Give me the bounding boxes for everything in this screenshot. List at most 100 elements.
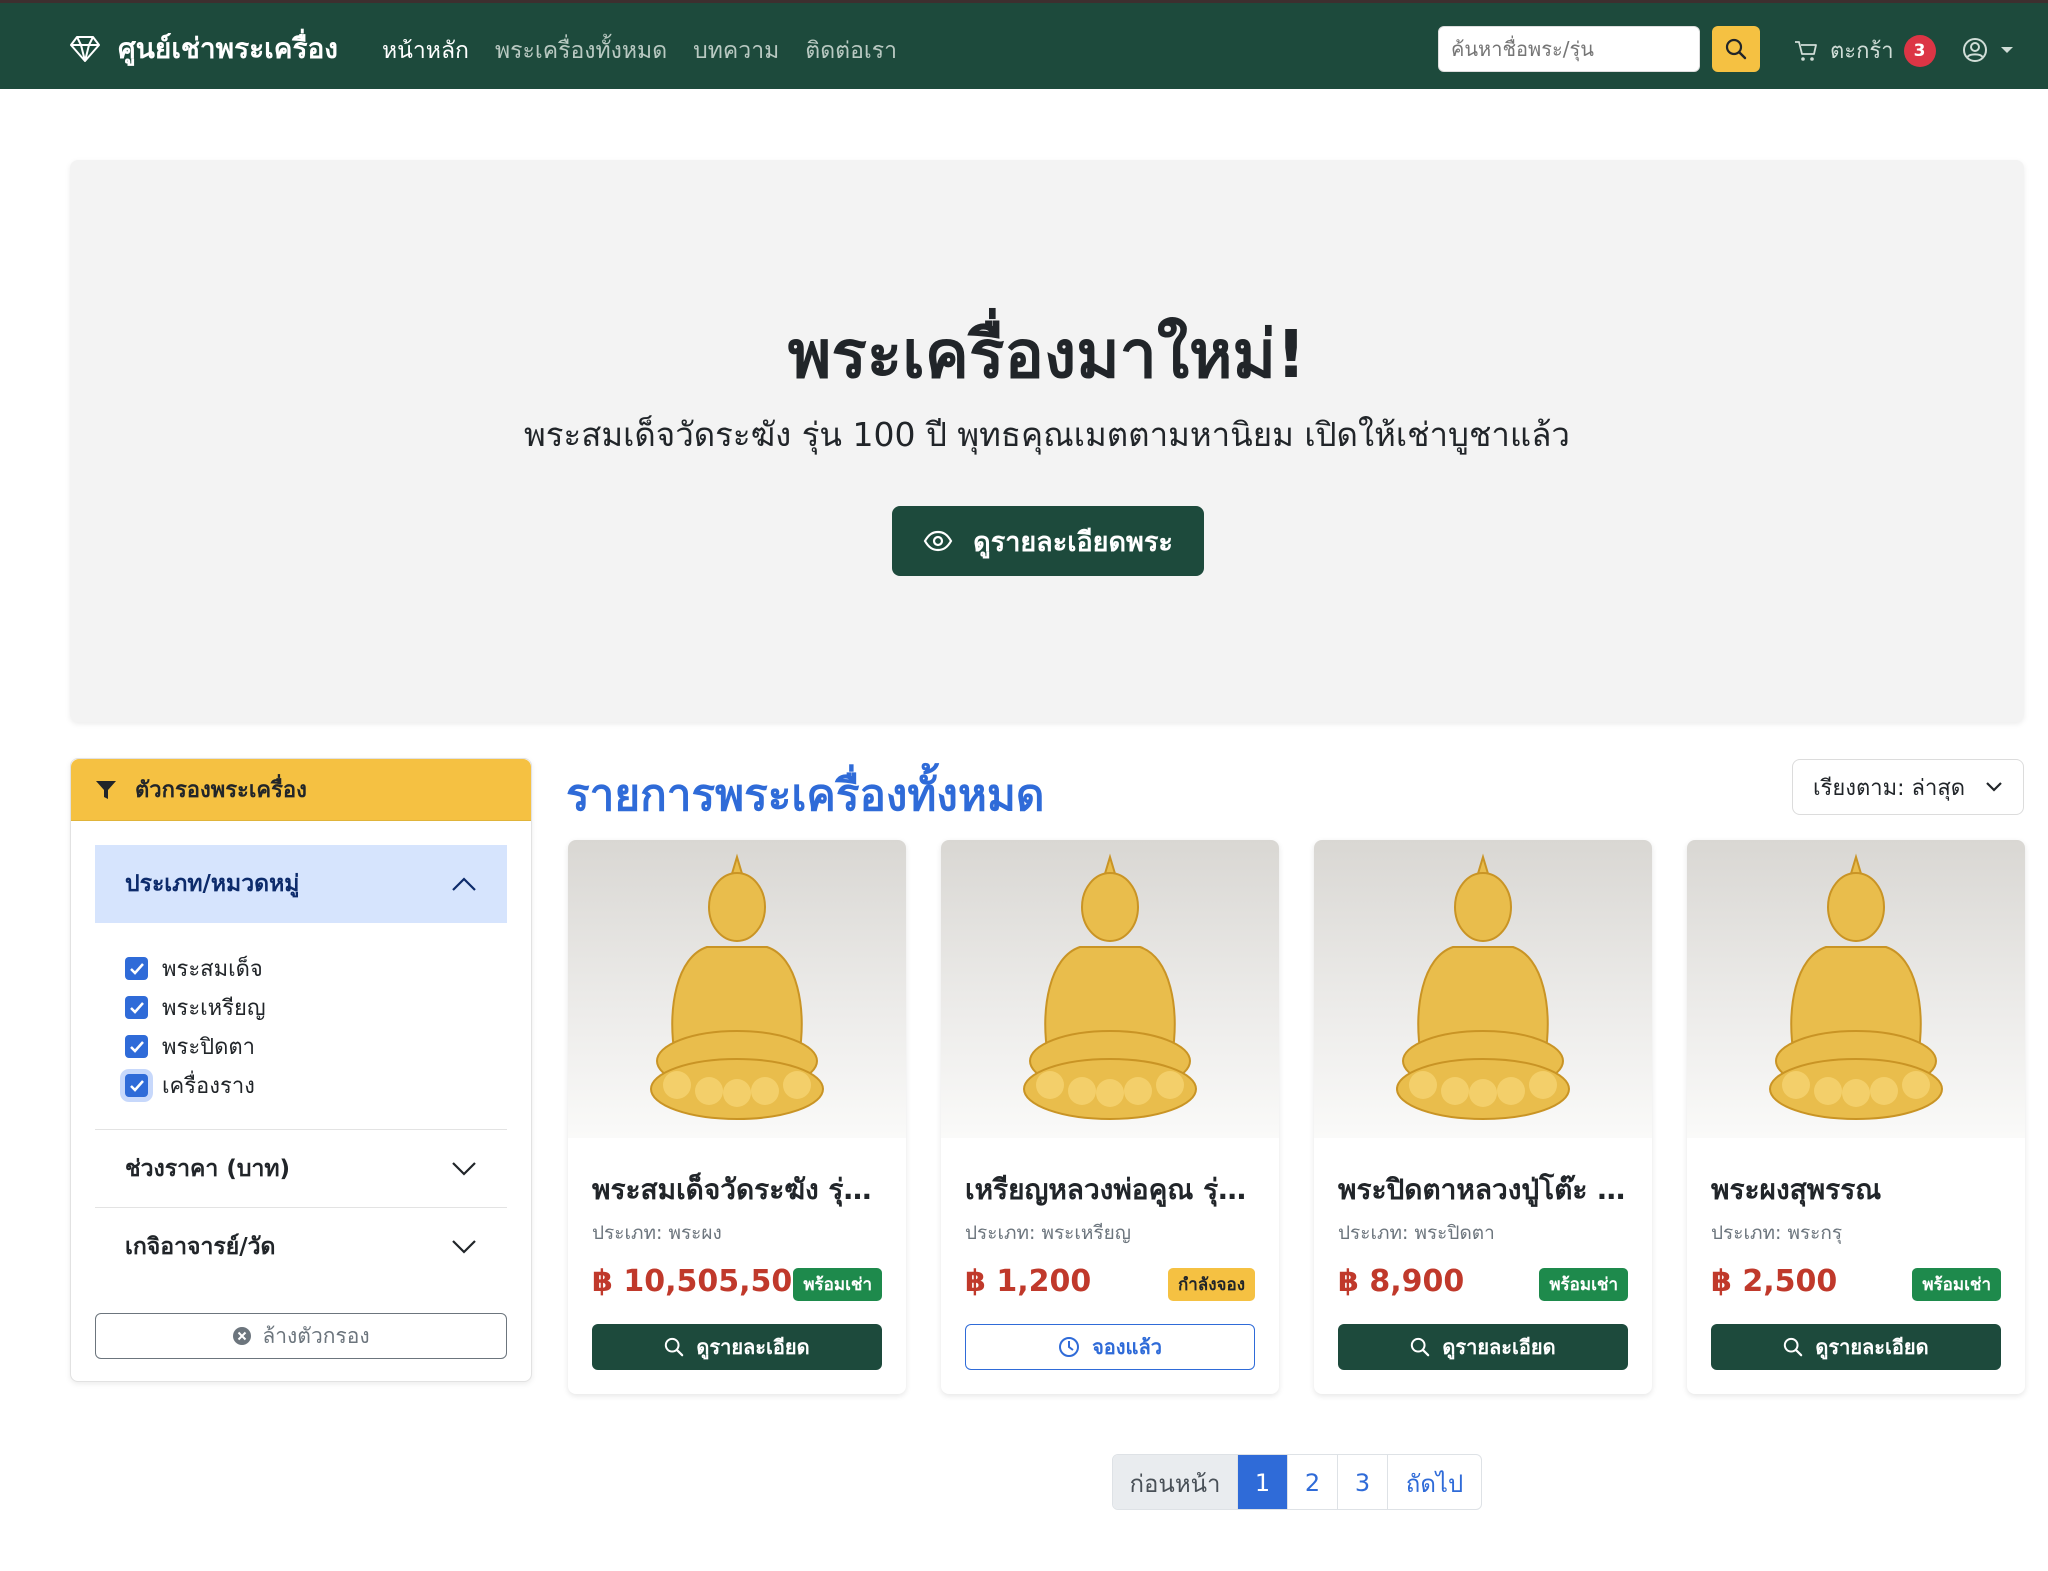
- chevron-down-icon: [452, 1161, 476, 1176]
- accordion-category[interactable]: ประเภท/หมวดหมู่: [95, 845, 507, 923]
- filter-header-label: ตัวกรองพระเครื่อง: [135, 778, 307, 803]
- eye-icon: [923, 530, 953, 552]
- caret-down-icon: [2001, 47, 2013, 53]
- buddha-statue-image: [1023, 853, 1197, 1120]
- pagination-page-1[interactable]: 1: [1237, 1455, 1287, 1509]
- product-image[interactable]: [568, 840, 906, 1138]
- category-option[interactable]: พระปิดตา: [125, 1027, 266, 1066]
- clear-filter-button[interactable]: ล้างตัวกรอง: [95, 1313, 507, 1359]
- category-option[interactable]: พระเหรียญ: [125, 988, 266, 1027]
- search-icon: [1411, 1337, 1430, 1357]
- cart-link[interactable]: ตะกร้า 3: [1794, 33, 1936, 68]
- check-icon: [129, 1040, 144, 1053]
- category-label: พระเหรียญ: [162, 996, 266, 1021]
- menu-all-amulets[interactable]: พระเครื่องทั้งหมด: [495, 33, 667, 69]
- product-image[interactable]: [1314, 840, 1652, 1138]
- search-icon: [1784, 1337, 1803, 1357]
- search-icon: [665, 1337, 684, 1357]
- product-name: พระสมเด็จวัดระฆัง รุ่น 100 ปี: [592, 1173, 888, 1206]
- view-details-label: ดูรายละเอียด: [1442, 1335, 1556, 1359]
- search-button[interactable]: [1712, 26, 1760, 72]
- hero-banner: พระเครื่องมาใหม่! พระสมเด็จวัดระฆัง รุ่น…: [70, 160, 2024, 722]
- category-option[interactable]: พระสมเด็จ: [125, 949, 266, 988]
- category-checklist: พระสมเด็จ พระเหรียญ พระปิดตา เครื่องราง: [125, 949, 266, 1105]
- hero-button-label: ดูรายละเอียดพระ: [973, 526, 1173, 558]
- checkbox-checked[interactable]: [125, 996, 148, 1019]
- sort-select[interactable]: เรียงตาม: ล่าสุด: [1792, 759, 2024, 815]
- reserved-button[interactable]: จองแล้ว: [965, 1324, 1255, 1370]
- accordion-master[interactable]: เกจิอาจารย์/วัด: [95, 1207, 507, 1285]
- checkbox-checked[interactable]: [125, 1035, 148, 1058]
- pagination-page-3[interactable]: 3: [1337, 1455, 1387, 1509]
- navbar: ศูนย์เช่าพระเครื่อง หน้าหลัก พระเครื่องท…: [0, 0, 2048, 89]
- product-type: ประเภท: พระเหรียญ: [965, 1222, 1131, 1244]
- product-card[interactable]: พระสมเด็จวัดระฆัง รุ่น 100 ปี ประเภท: พร…: [568, 840, 906, 1394]
- checkbox-checked[interactable]: [125, 1074, 148, 1097]
- hero-subtitle: พระสมเด็จวัดระฆัง รุ่น 100 ปี พุทธคุณเมต…: [524, 415, 1570, 454]
- main-menu: หน้าหลัก พระเครื่องทั้งหมด บทความ ติดต่อ…: [382, 33, 897, 69]
- buddha-statue-image: [1769, 853, 1943, 1120]
- funnel-icon: [96, 780, 116, 799]
- check-icon: [129, 1001, 144, 1014]
- category-option[interactable]: เครื่องราง: [125, 1066, 266, 1105]
- clock-icon: [1059, 1337, 1080, 1357]
- chevron-up-icon: [452, 877, 476, 891]
- gem-icon: [70, 36, 100, 62]
- menu-home[interactable]: หน้าหลัก: [382, 33, 469, 69]
- search-input[interactable]: [1438, 26, 1700, 72]
- menu-contact[interactable]: ติดต่อเรา: [805, 33, 897, 69]
- product-type: ประเภท: พระผง: [592, 1222, 722, 1244]
- view-details-label: ดูรายละเอียด: [696, 1335, 810, 1359]
- product-type: ประเภท: พระกรุ: [1711, 1222, 1843, 1244]
- pagination-prev[interactable]: ก่อนหน้า: [1113, 1455, 1237, 1509]
- cart-icon: [1795, 40, 1817, 61]
- menu-articles[interactable]: บทความ: [693, 33, 779, 69]
- buddha-statue-image: [650, 853, 824, 1120]
- x-circle-icon: [233, 1327, 252, 1345]
- product-price: ฿ 10,505,500: [592, 1264, 814, 1299]
- brand-name: ศูนย์เช่าพระเครื่อง: [118, 32, 338, 65]
- product-image[interactable]: [941, 840, 1279, 1138]
- filter-header: ตัวกรองพระเครื่อง: [71, 759, 531, 821]
- product-name: เหรียญหลวงพ่อคูณ รุ่นแรก: [965, 1173, 1261, 1206]
- accordion-price-title: ช่วงราคา (บาท): [125, 1155, 291, 1182]
- chevron-down-icon: [1986, 782, 2002, 792]
- status-badge: พร้อมเช่า: [1539, 1268, 1628, 1301]
- checkbox-checked[interactable]: [125, 957, 148, 980]
- user-circle-icon: [1963, 38, 1987, 62]
- category-label: พระสมเด็จ: [162, 957, 263, 982]
- accordion-price[interactable]: ช่วงราคา (บาท): [95, 1129, 507, 1207]
- view-details-label: ดูรายละเอียด: [1815, 1335, 1929, 1359]
- cart-label: ตะกร้า: [1830, 39, 1894, 64]
- status-badge: พร้อมเช่า: [793, 1268, 882, 1301]
- cart-count-badge: 3: [1903, 34, 1936, 67]
- accordion-category-title: ประเภท/หมวดหมู่: [125, 871, 300, 897]
- view-details-button[interactable]: ดูรายละเอียด: [1711, 1324, 2001, 1370]
- check-icon: [129, 962, 144, 975]
- product-price: ฿ 2,500: [1711, 1264, 1838, 1299]
- accordion-master-title: เกจิอาจารย์/วัด: [125, 1233, 276, 1260]
- check-icon: [129, 1079, 144, 1092]
- pagination-next[interactable]: ถัดไป: [1387, 1455, 1481, 1509]
- brand[interactable]: ศูนย์เช่าพระเครื่อง: [70, 27, 338, 71]
- reserved-label: จองแล้ว: [1092, 1335, 1162, 1359]
- product-type: ประเภท: พระปิดตา: [1338, 1222, 1495, 1244]
- product-price: ฿ 1,200: [965, 1264, 1092, 1299]
- hero-view-details-button[interactable]: ดูรายละเอียดพระ: [892, 506, 1204, 576]
- category-label: พระปิดตา: [162, 1035, 256, 1060]
- search-icon: [1725, 38, 1747, 60]
- product-price: ฿ 8,900: [1338, 1264, 1465, 1299]
- product-card[interactable]: พระผงสุพรรณ ประเภท: พระกรุ ฿ 2,500 พร้อม…: [1687, 840, 2025, 1394]
- pagination-page-2[interactable]: 2: [1287, 1455, 1337, 1509]
- product-image[interactable]: [1687, 840, 2025, 1138]
- view-details-button[interactable]: ดูรายละเอียด: [1338, 1324, 1628, 1370]
- product-name: พระผงสุพรรณ: [1711, 1173, 1882, 1206]
- chevron-down-icon: [452, 1239, 476, 1254]
- view-details-button[interactable]: ดูรายละเอียด: [592, 1324, 882, 1370]
- status-badge: กำลังจอง: [1167, 1268, 1255, 1301]
- buddha-statue-image: [1396, 853, 1570, 1120]
- clear-filter-label: ล้างตัวกรอง: [262, 1323, 370, 1348]
- user-menu[interactable]: [1962, 37, 2014, 63]
- product-card[interactable]: เหรียญหลวงพ่อคูณ รุ่นแรก ประเภท: พระเหรี…: [941, 840, 1279, 1394]
- product-card[interactable]: พระปิดตาหลวงปู่โต๊ะ วัดประดู่ ประเภท: พร…: [1314, 840, 1652, 1394]
